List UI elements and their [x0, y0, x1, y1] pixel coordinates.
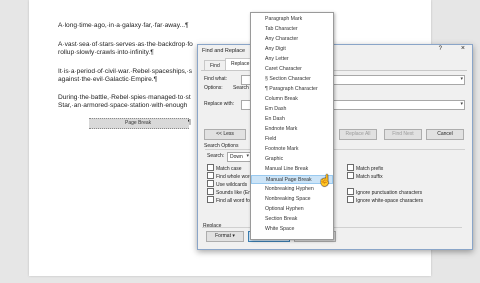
- menu-item-footnote-mark[interactable]: Footnote Mark: [251, 145, 333, 154]
- menu-item-column-break[interactable]: Column Break: [251, 95, 333, 104]
- paragraph-mark: ¶: [187, 120, 191, 126]
- menu-item-manual-line-break[interactable]: Manual Line Break: [251, 165, 333, 174]
- format-button[interactable]: Format ▾: [206, 231, 244, 242]
- find-next-button[interactable]: Find Next: [384, 129, 422, 140]
- menu-item-any-character[interactable]: Any Character: [251, 35, 333, 44]
- search-direction-value: Down: [230, 154, 243, 160]
- menu-item-any-digit[interactable]: Any Digit: [251, 45, 333, 54]
- options-label: Options:: [204, 85, 223, 91]
- replace-tab-panel: Find what: ▾ Options: Search D Replace w…: [201, 70, 467, 221]
- find-all-word-forms-checkbox[interactable]: Find all word form: [207, 196, 256, 205]
- close-button[interactable]: ×: [461, 45, 465, 52]
- divider: [205, 149, 465, 150]
- menu-item-en-dash[interactable]: En Dash: [251, 115, 333, 124]
- page-break-label: Page Break: [125, 120, 152, 126]
- menu-item-nonbreaking-space[interactable]: Nonbreaking Space: [251, 195, 333, 204]
- menu-item-optional-hyphen[interactable]: Optional Hyphen: [251, 205, 333, 214]
- menu-item-em-dash[interactable]: Em Dash: [251, 105, 333, 114]
- replace-section-label: Replace: [203, 223, 222, 229]
- menu-item-caret-character[interactable]: Caret Character: [251, 65, 333, 74]
- help-button[interactable]: ?: [439, 46, 442, 52]
- menu-item-section-character[interactable]: § Section Character: [251, 75, 333, 84]
- menu-item-any-letter[interactable]: Any Letter: [251, 55, 333, 64]
- ignore-whitespace-checkbox[interactable]: Ignore white-space characters: [347, 196, 423, 205]
- menu-item-paragraph-mark[interactable]: Paragraph Mark: [251, 15, 333, 24]
- paragraph-1: A·long·time·ago,·in·a·galaxy·far,·far·aw…: [58, 22, 189, 29]
- search-label: Search:: [207, 153, 225, 159]
- menu-item-graphic[interactable]: Graphic: [251, 155, 333, 164]
- menu-item-tab-character[interactable]: Tab Character: [251, 25, 333, 34]
- match-suffix-label: Match suffix: [356, 174, 383, 180]
- menu-item-endnote-mark[interactable]: Endnote Mark: [251, 125, 333, 134]
- ignore-whitespace-label: Ignore white-space characters: [356, 198, 423, 204]
- hand-pointer-icon: ☝: [318, 175, 332, 187]
- find-what-label: Find what:: [204, 76, 228, 82]
- chevron-down-icon[interactable]: ▾: [246, 153, 249, 159]
- match-suffix-checkbox[interactable]: Match suffix: [347, 172, 383, 181]
- menu-item-white-space[interactable]: White Space: [251, 225, 333, 234]
- replace-all-button[interactable]: Replace All: [339, 129, 377, 140]
- chevron-down-icon[interactable]: ▾: [460, 101, 463, 107]
- chevron-down-icon[interactable]: ▾: [460, 76, 463, 82]
- special-menu: Paragraph Mark Tab Character Any Charact…: [250, 12, 334, 240]
- page-break-marker: Page Break ¶: [89, 118, 191, 129]
- dialog-title: Find and Replace: [202, 48, 246, 54]
- menu-item-field[interactable]: Field: [251, 135, 333, 144]
- cancel-button[interactable]: Cancel: [426, 129, 464, 140]
- menu-item-paragraph-character[interactable]: ¶ Paragraph Character: [251, 85, 333, 94]
- replace-with-label: Replace with:: [204, 101, 235, 107]
- menu-item-section-break[interactable]: Section Break: [251, 215, 333, 224]
- find-replace-dialog: Find and Replace ? × Find Replace Find w…: [197, 44, 473, 250]
- search-direction-select[interactable]: Down ▾: [227, 152, 251, 162]
- less-button[interactable]: << Less: [204, 129, 246, 140]
